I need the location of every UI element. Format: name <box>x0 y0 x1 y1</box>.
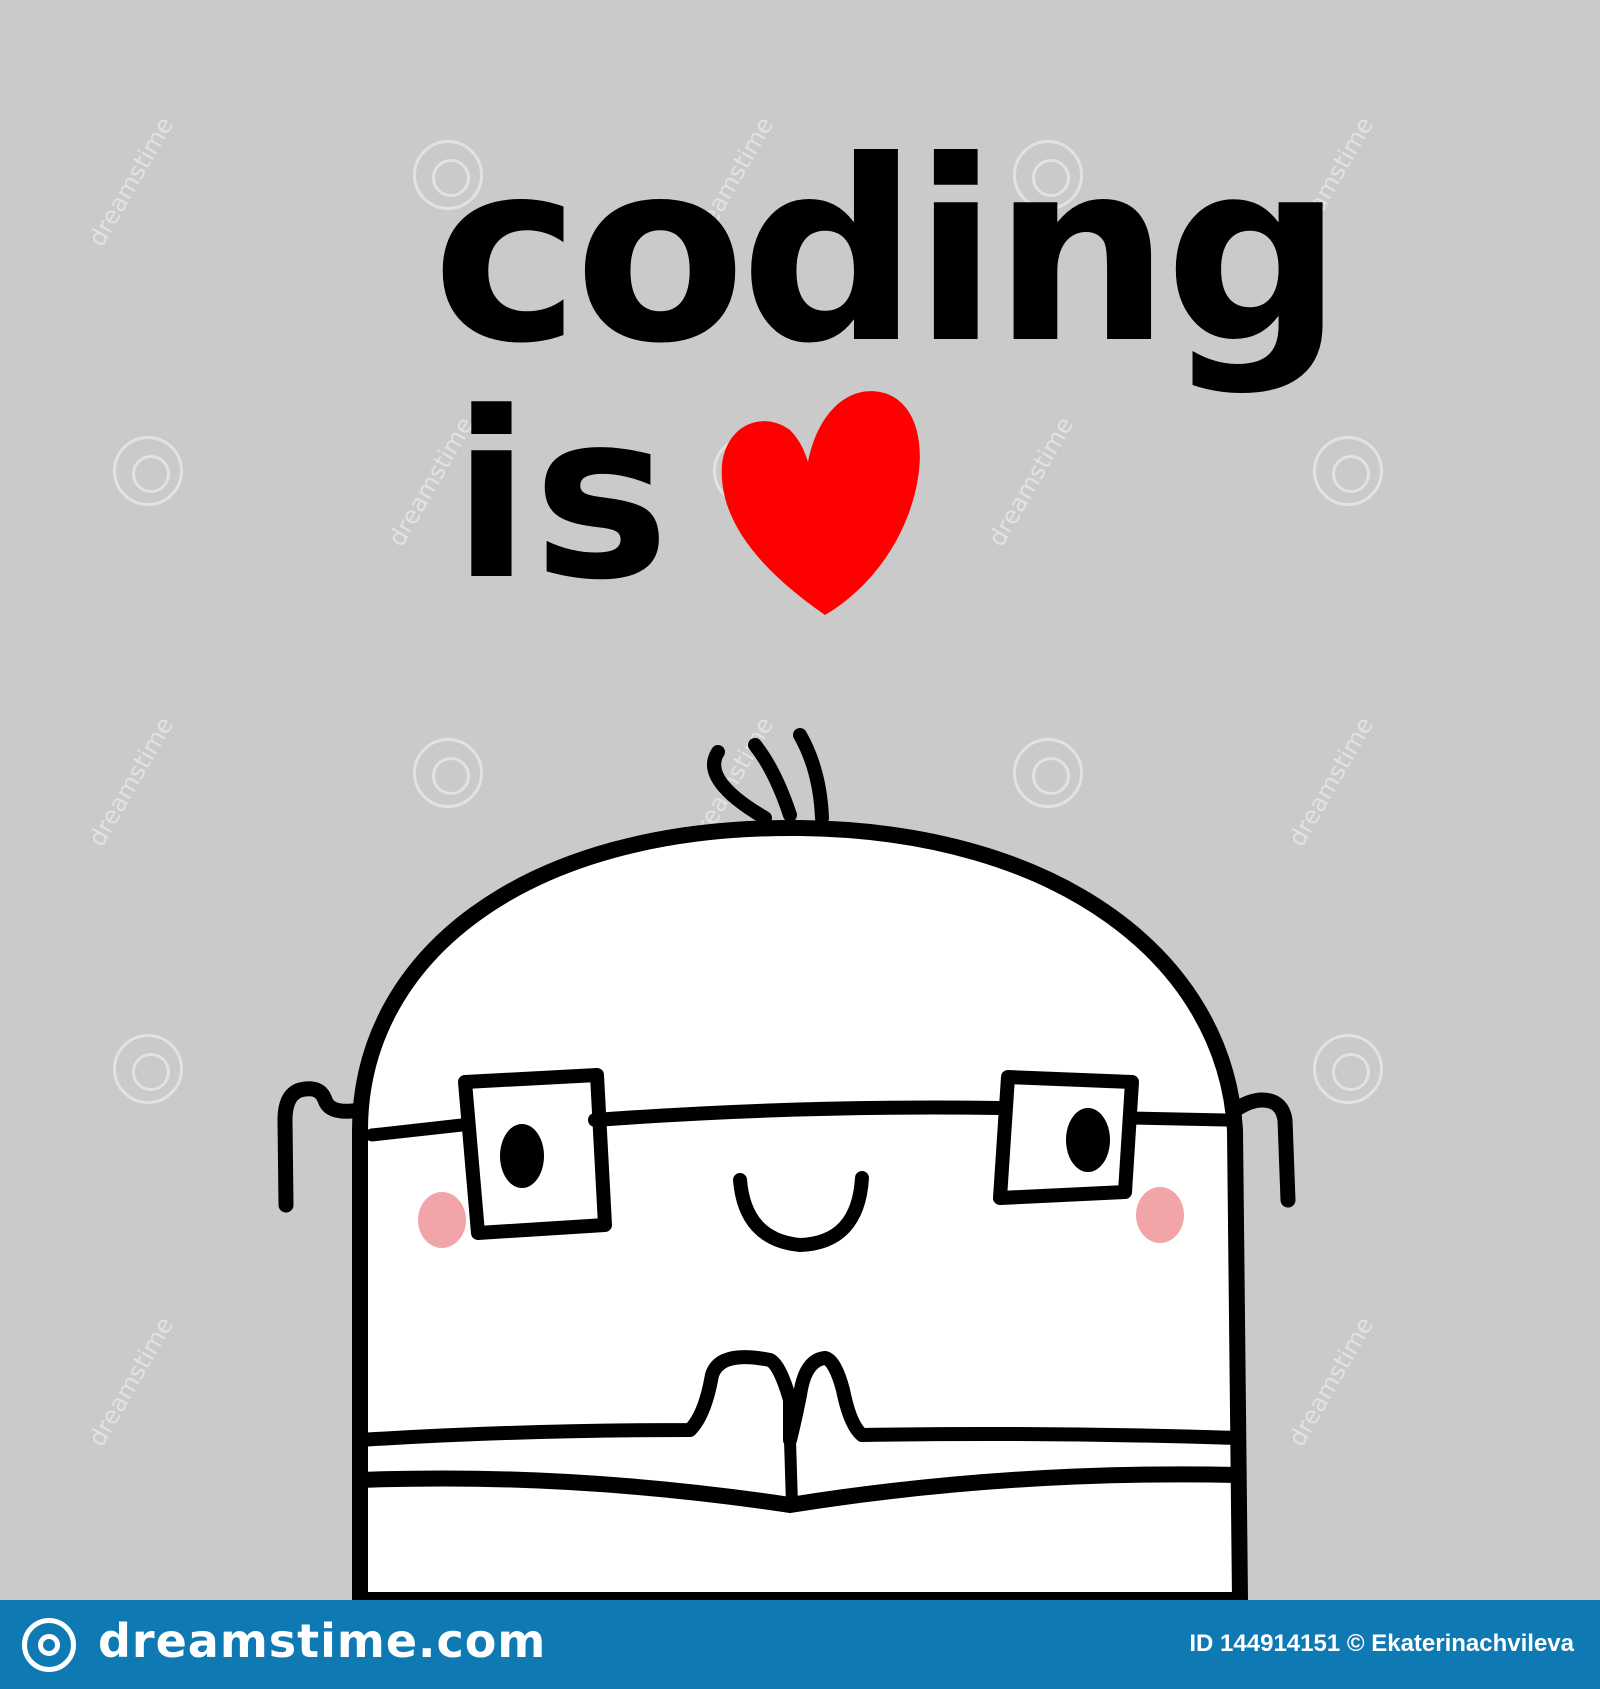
glasses-temple-right <box>1123 1111 1232 1127</box>
hands-divider <box>784 1434 798 1511</box>
heart-icon <box>721 391 920 615</box>
footer-credit: ID 144914151 © Ekaterinachvileva <box>1189 1630 1574 1657</box>
right-cheek <box>1136 1187 1184 1243</box>
footer-site[interactable]: dreamstime.com <box>98 1614 546 1668</box>
dreamstime-logo-icon <box>22 1618 76 1672</box>
left-eye <box>500 1124 544 1188</box>
left-cheek <box>418 1192 466 1248</box>
right-eye <box>1066 1108 1110 1172</box>
hair-strand <box>707 745 772 825</box>
hair-strand <box>793 728 829 825</box>
illustration <box>277 391 1296 1600</box>
hair-strand <box>748 738 797 822</box>
footer-bar: dreamstime.com ID 144914151 © Ekaterinac… <box>0 1600 1600 1689</box>
left-ear <box>277 1081 368 1213</box>
